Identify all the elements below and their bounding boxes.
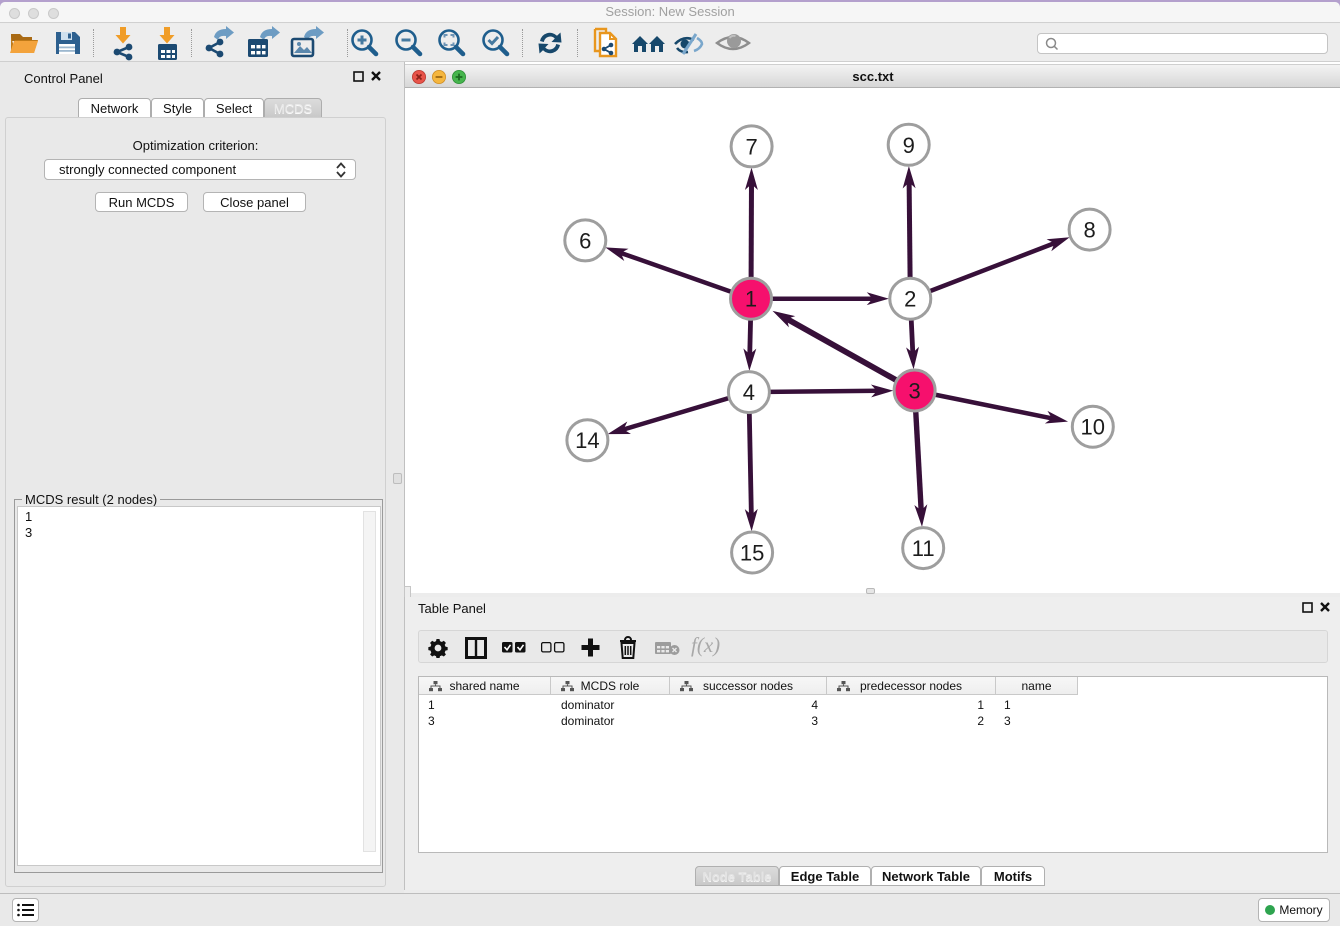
svg-text:9: 9 [903, 133, 915, 158]
svg-text:14: 14 [575, 428, 599, 453]
svg-text:1: 1 [745, 287, 757, 312]
svg-text:4: 4 [743, 380, 755, 405]
svg-text:11: 11 [912, 536, 935, 561]
svg-text:2: 2 [904, 287, 916, 312]
svg-text:6: 6 [579, 228, 591, 253]
svg-text:15: 15 [740, 541, 764, 566]
svg-text:7: 7 [745, 134, 757, 159]
svg-text:8: 8 [1083, 218, 1095, 243]
svg-text:10: 10 [1081, 415, 1105, 440]
svg-text:3: 3 [908, 379, 920, 404]
